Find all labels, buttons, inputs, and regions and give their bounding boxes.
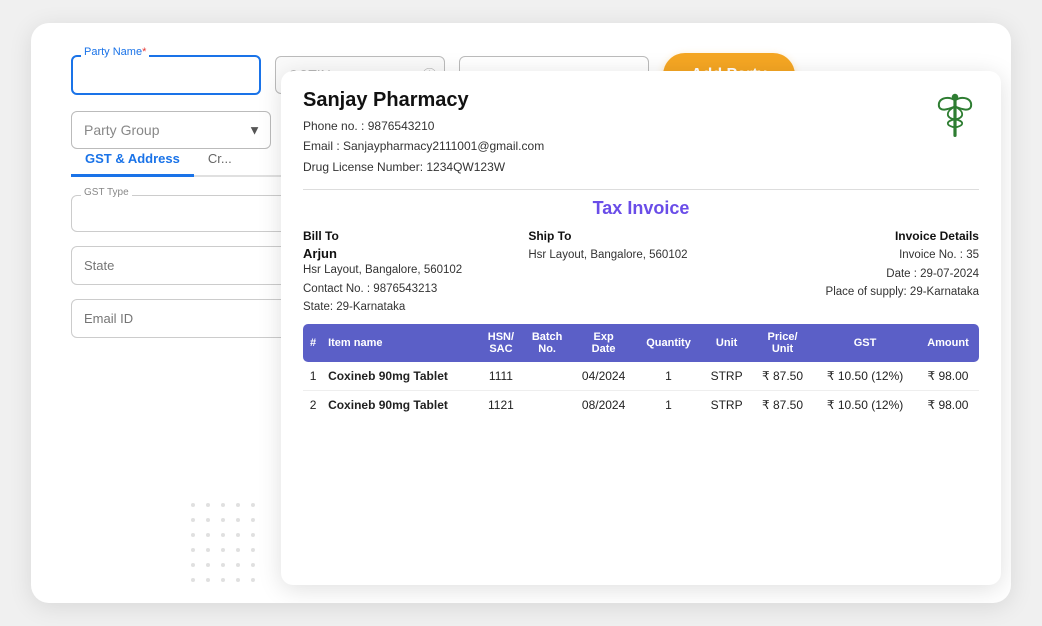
cell-amount: ₹ 98.00	[917, 391, 979, 420]
tax-invoice-title: Tax Invoice	[303, 198, 979, 219]
cell-num: 2	[303, 391, 323, 420]
cell-qty: 1	[636, 391, 702, 420]
col-hsn: HSN/SAC	[479, 324, 523, 362]
gst-type-input[interactable]: Unregistered/Consumer	[71, 195, 291, 232]
tab-gst-address[interactable]: GST & Address	[71, 143, 194, 177]
col-gst: GST	[813, 324, 917, 362]
ship-to-address: Hsr Layout, Bangalore, 560102	[528, 246, 753, 264]
invoice-table-body: 1 Coxineb 90mg Tablet 1111 04/2024 1 STR…	[303, 362, 979, 419]
invoice-header: Sanjay Pharmacy Phone no. : 9876543210 E…	[303, 89, 979, 190]
col-batch: BatchNo.	[523, 324, 572, 362]
invoice-panel: Sanjay Pharmacy Phone no. : 9876543210 E…	[281, 71, 1001, 585]
cell-gst: ₹ 10.50 (12%)	[813, 391, 917, 420]
cell-batch	[523, 362, 572, 391]
cell-qty: 1	[636, 362, 702, 391]
invoice-details-col: Invoice Details Invoice No. : 35 Date : …	[754, 229, 979, 316]
cell-hsn: 1121	[479, 391, 523, 420]
pharmacy-drug-license: Drug License Number: 1234QW123W	[303, 157, 544, 177]
cell-item: Coxineb 90mg Tablet	[323, 391, 479, 420]
pharmacy-logo	[931, 89, 979, 146]
caduceus-icon	[931, 89, 979, 141]
tabs-area: GST & Address Cr... GST Type Unregistere…	[71, 143, 311, 338]
party-name-input[interactable]: Arjun	[71, 55, 261, 95]
bill-to-address: Hsr Layout, Bangalore, 560102	[303, 261, 528, 279]
form-fields: GST Type Unregistered/Consumer	[71, 195, 311, 338]
col-price: Price/Unit	[752, 324, 813, 362]
bill-section: Bill To Arjun Hsr Layout, Bangalore, 560…	[303, 229, 979, 316]
cell-amount: ₹ 98.00	[917, 362, 979, 391]
cell-price: ₹ 87.50	[752, 391, 813, 420]
col-num: #	[303, 324, 323, 362]
col-exp: ExpDate	[572, 324, 636, 362]
pharmacy-name: Sanjay Pharmacy	[303, 89, 544, 112]
party-name-label: Party Name*	[81, 46, 149, 58]
invoice-details-heading: Invoice Details	[754, 229, 979, 243]
gst-type-label: GST Type	[81, 187, 132, 198]
table-header-row: # Item name HSN/SAC BatchNo. ExpDate Qua…	[303, 324, 979, 362]
invoice-date: Date : 29-07-2024	[754, 265, 979, 283]
bill-to-heading: Bill To	[303, 229, 528, 243]
col-unit: Unit	[701, 324, 752, 362]
col-qty: Quantity	[636, 324, 702, 362]
bill-to-contact: Contact No. : 9876543213	[303, 280, 528, 298]
bill-to-col: Bill To Arjun Hsr Layout, Bangalore, 560…	[303, 229, 528, 316]
gst-type-wrapper: GST Type Unregistered/Consumer	[71, 195, 311, 232]
invoice-table: # Item name HSN/SAC BatchNo. ExpDate Qua…	[303, 324, 979, 419]
invoice-no: Invoice No. : 35	[754, 246, 979, 264]
bill-to-name: Arjun	[303, 246, 528, 261]
dots-pattern	[191, 503, 261, 583]
cell-num: 1	[303, 362, 323, 391]
cell-hsn: 1111	[479, 362, 523, 391]
main-container: Party Name* Arjun ⓘ 9876543210 Add Party…	[31, 23, 1011, 603]
ship-to-heading: Ship To	[528, 229, 753, 243]
col-amount: Amount	[917, 324, 979, 362]
table-row: 2 Coxineb 90mg Tablet 1121 08/2024 1 STR…	[303, 391, 979, 420]
tab-cr[interactable]: Cr...	[194, 143, 246, 177]
bill-to-state: State: 29-Karnataka	[303, 298, 528, 316]
party-name-field: Party Name* Arjun	[71, 55, 261, 95]
email-input[interactable]	[71, 299, 291, 338]
tabs: GST & Address Cr...	[71, 143, 311, 177]
cell-item: Coxineb 90mg Tablet	[323, 362, 479, 391]
cell-exp: 04/2024	[572, 362, 636, 391]
cell-gst: ₹ 10.50 (12%)	[813, 362, 917, 391]
pharmacy-info-block: Sanjay Pharmacy Phone no. : 9876543210 E…	[303, 89, 544, 177]
ship-to-col: Ship To Hsr Layout, Bangalore, 560102	[528, 229, 753, 316]
cell-batch	[523, 391, 572, 420]
col-item: Item name	[323, 324, 479, 362]
pharmacy-phone: Phone no. : 9876543210	[303, 116, 544, 136]
cell-exp: 08/2024	[572, 391, 636, 420]
cell-unit: STRP	[701, 391, 752, 420]
place-of-supply: Place of supply: 29-Karnataka	[754, 283, 979, 301]
table-row: 1 Coxineb 90mg Tablet 1111 04/2024 1 STR…	[303, 362, 979, 391]
cell-unit: STRP	[701, 362, 752, 391]
cell-price: ₹ 87.50	[752, 362, 813, 391]
pharmacy-email: Email : Sanjaypharmacy2111001@gmail.com	[303, 136, 544, 156]
state-input[interactable]	[71, 246, 291, 285]
